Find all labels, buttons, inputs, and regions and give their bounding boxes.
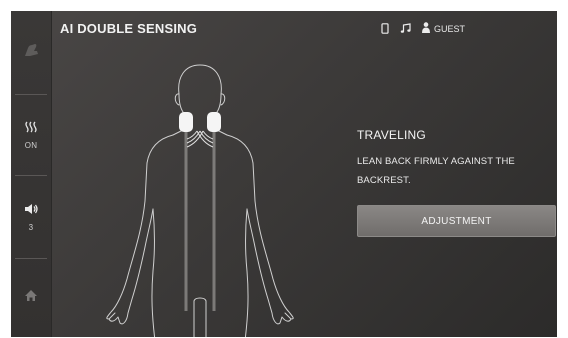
body-figure [75, 51, 325, 337]
status-bar: GUEST [381, 22, 465, 35]
user-icon [422, 22, 430, 35]
chair-icon [22, 42, 40, 63]
sidebar-item-heat[interactable]: ON [11, 95, 51, 175]
screen: ON 3 AI DOUBLE SENSING GUEST TRAVELING L… [11, 11, 557, 337]
sidebar-item-home[interactable] [11, 259, 51, 337]
adjustment-button[interactable]: ADJUSTMENT [357, 205, 556, 237]
home-icon [24, 289, 38, 307]
music-icon [400, 23, 411, 34]
volume-level: 3 [28, 223, 34, 232]
sidebar-item-volume[interactable]: 3 [11, 176, 51, 258]
user-indicator[interactable]: GUEST [422, 22, 465, 35]
sidebar-item-chair[interactable] [11, 11, 51, 94]
user-label: GUEST [434, 23, 466, 34]
page-title: AI DOUBLE SENSING [60, 21, 198, 36]
status-title: TRAVELING [357, 128, 426, 142]
volume-icon [24, 202, 38, 220]
heat-status: ON [24, 141, 38, 150]
instruction-text: LEAN BACK FIRMLY AGAINST THE BACKREST. [357, 156, 515, 186]
heat-icon [24, 120, 38, 138]
phone-icon [381, 23, 389, 34]
sidebar: ON 3 [11, 11, 52, 337]
